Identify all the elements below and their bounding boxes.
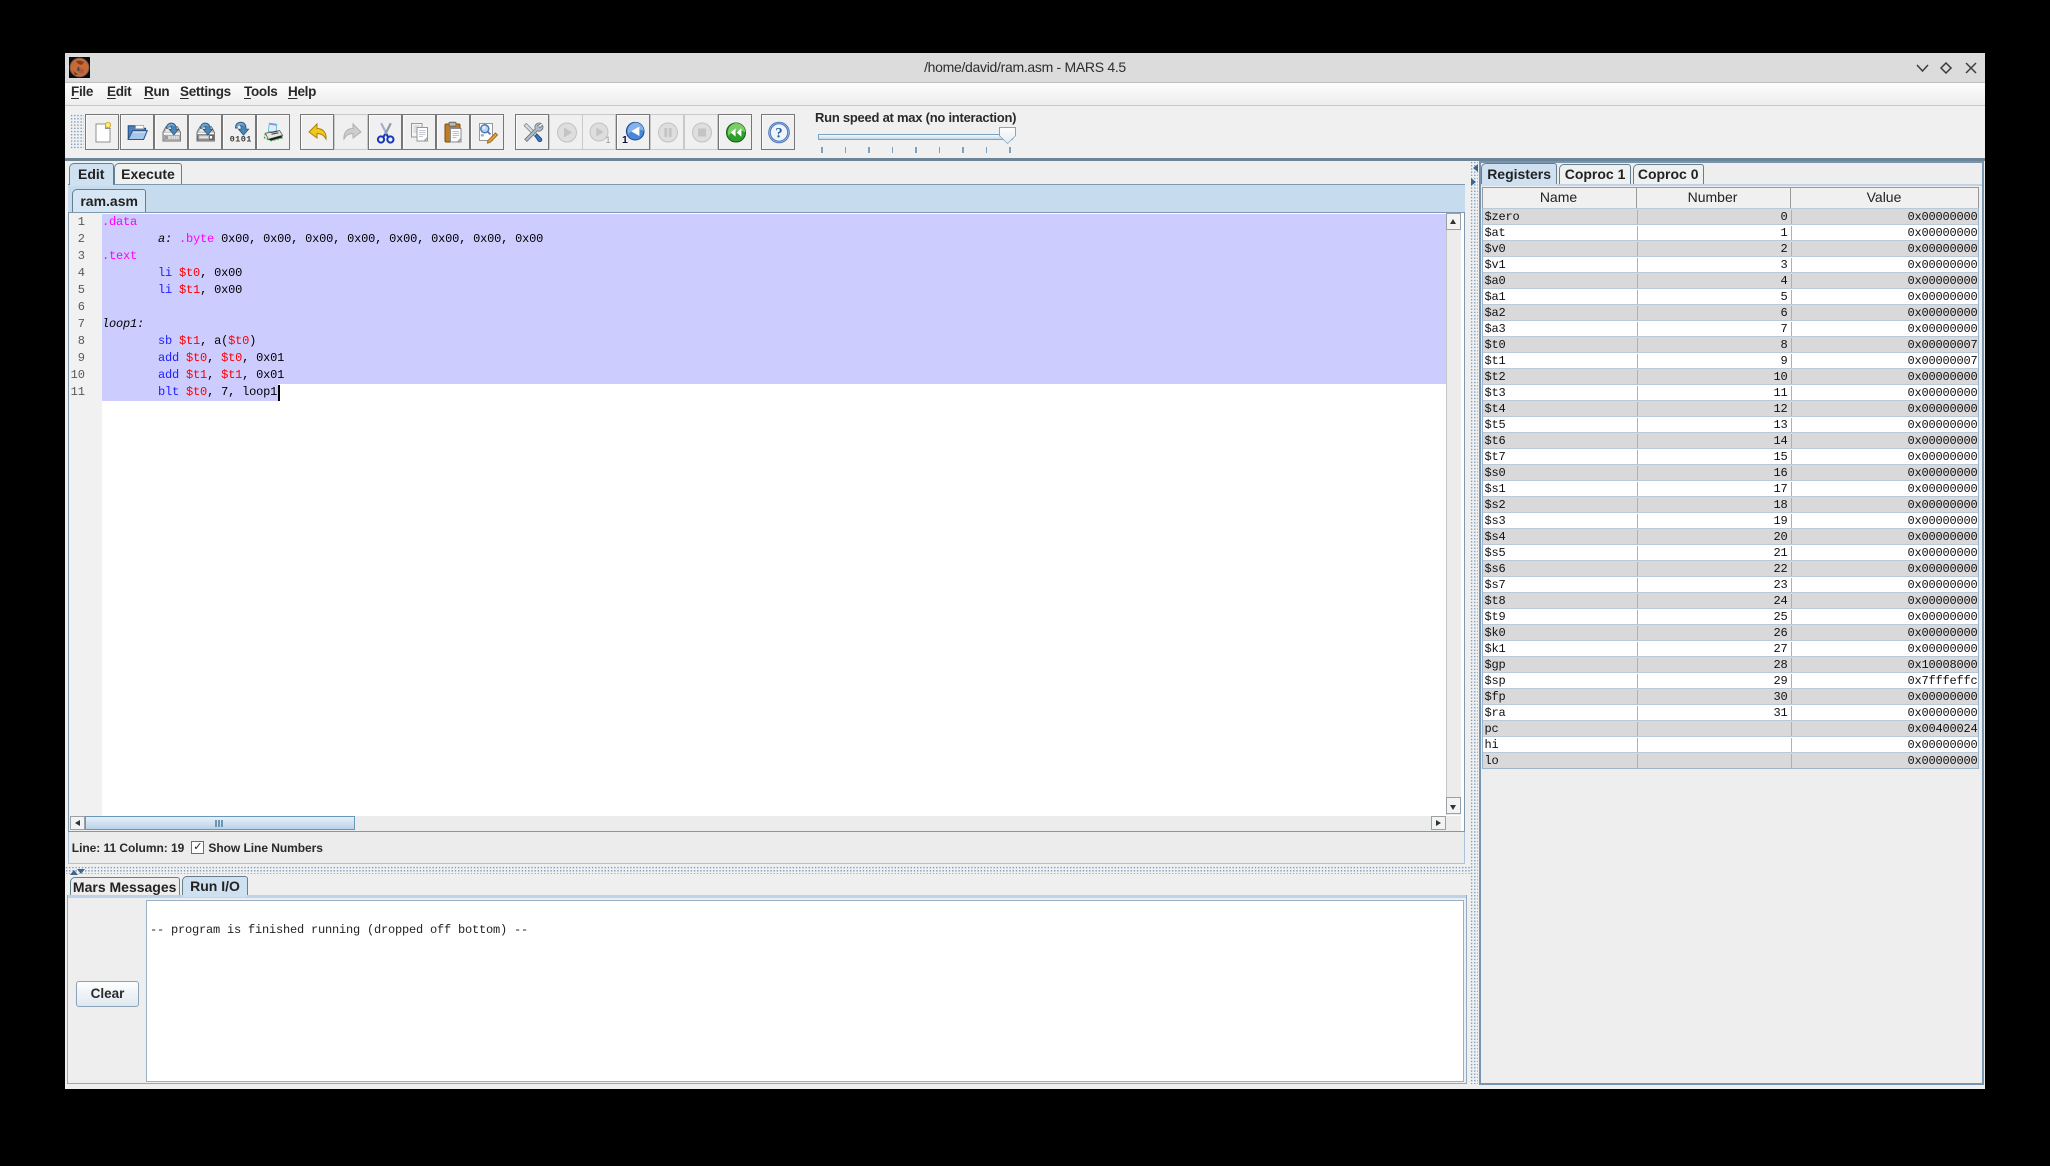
svg-text:0101: 0101	[230, 134, 252, 144]
svg-text:1: 1	[606, 135, 611, 145]
svg-text:?: ?	[775, 125, 782, 141]
svg-text:1: 1	[622, 134, 628, 146]
